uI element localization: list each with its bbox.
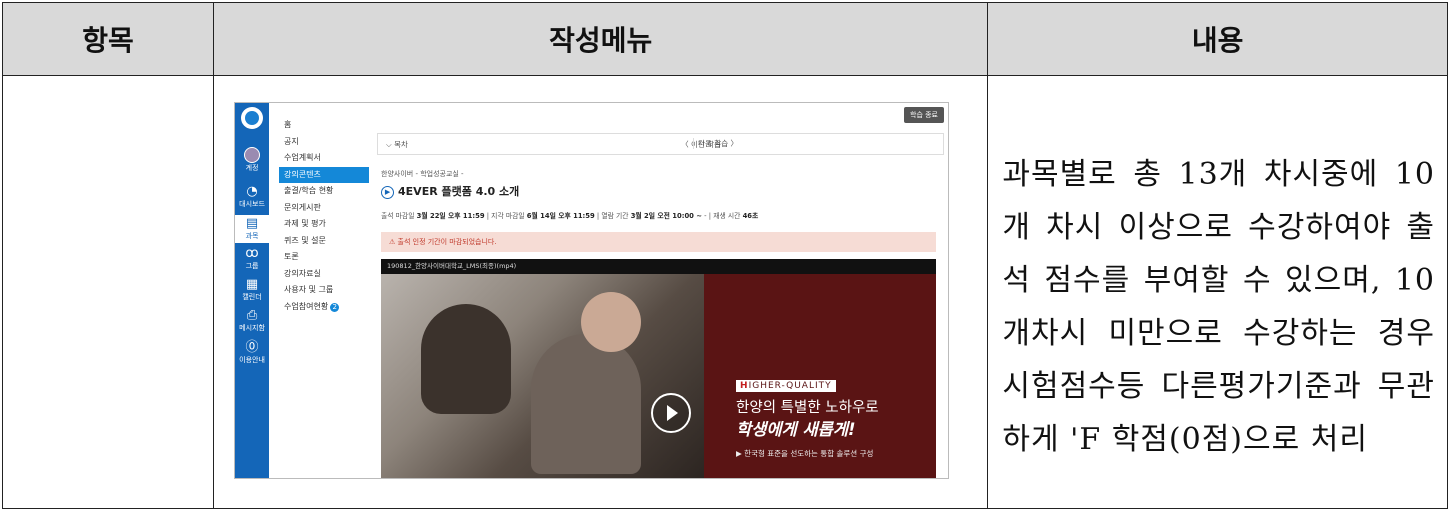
quality-badge: HIGHER-QUALITY	[736, 380, 836, 392]
menu-item-participation[interactable]: 수업참여현황 2	[279, 299, 369, 316]
group-icon: ꝏ	[245, 246, 259, 261]
header-row: 항목 작성메뉴 내용	[1, 2, 1448, 76]
menu-item-discussion[interactable]: 토론	[279, 249, 369, 266]
sidebar-item-calendar[interactable]: ▦ 캘린더	[235, 278, 269, 302]
calendar-icon: ▦	[245, 277, 259, 292]
sidebar-item-account[interactable]: 계정	[235, 147, 269, 173]
sidebar-item-courses[interactable]: ▤ 과목	[235, 215, 270, 243]
dashboard-icon: ◔	[246, 184, 258, 199]
menu-item-users[interactable]: 사용자 및 그룹	[279, 282, 369, 299]
course-menu: 홈 공지 수업계획서 강의콘텐츠 출결/학습 현황 문의게시판 과제 및 평가 …	[279, 117, 370, 316]
university-logo	[241, 107, 264, 129]
lesson-nav: ⌵ 목차 〈 이전 학습 다음 학습 〉	[377, 133, 945, 155]
menu-item-lecture-content[interactable]: 강의콘텐츠	[279, 166, 370, 183]
inbox-icon: ⎙	[246, 308, 258, 323]
menu-item-quizzes[interactable]: 퀴즈 및 설문	[279, 233, 369, 250]
play-button[interactable]	[651, 393, 692, 433]
cell-item	[1, 75, 215, 509]
lms-sidebar: 계정 ◔ 대시보드 ▤ 과목 ꝏ 그룹 ▦ 캘린더 ⎙ 메시지함 ⓪ 이용안내	[235, 103, 270, 478]
header-menu: 작성메뉴	[213, 2, 989, 76]
content-description: 과목별로 총 13개 차시중에 10개 차시 이상으로 수강하여야 출석 점수를…	[1002, 157, 1435, 457]
cell-menu: 계정 ◔ 대시보드 ▤ 과목 ꝏ 그룹 ▦ 캘린더 ⎙ 메시지함 ⓪ 이용안내 …	[213, 75, 989, 509]
next-lesson-button[interactable]: 다음 학습 〉	[693, 138, 738, 149]
menu-item-materials[interactable]: 강의자료실	[279, 266, 369, 283]
page-title: ▶ 4EVER 플랫폼 4.0 소개	[381, 183, 519, 199]
sidebar-item-dashboard[interactable]: ◔ 대시보드	[235, 185, 269, 209]
count-badge: 2	[330, 302, 340, 312]
menu-item-qna[interactable]: 문의게시판	[279, 200, 369, 217]
menu-item-notice[interactable]: 공지	[279, 134, 369, 151]
play-circle-icon: ▶	[381, 185, 395, 199]
menu-item-syllabus[interactable]: 수업계획서	[279, 150, 369, 167]
slogan-line-1: 한양의 특별한 노하우로	[736, 400, 879, 416]
breadcrumb: 한양사이버 - 학업성공교실 -	[381, 170, 464, 178]
video-player[interactable]: 190812_한양사이버대학교_LMS(최종)(mp4) HIGHER-QUAL…	[381, 259, 937, 478]
video-filename: 190812_한양사이버대학교_LMS(최종)(mp4)	[381, 259, 937, 274]
header-item: 항목	[1, 2, 215, 76]
attendance-alert: ⚠ 출석 인정 기간이 마감되었습니다.	[381, 232, 937, 252]
exit-learning-button[interactable]: 학습 종료	[904, 107, 945, 123]
menu-item-attendance[interactable]: 출결/학습 현황	[279, 183, 369, 200]
video-thumbnail-photo	[381, 274, 705, 478]
book-icon: ▤	[245, 216, 259, 231]
slogan-line-3: ▶ 한국형 표준을 선도하는 통합 솔루션 구성	[736, 449, 874, 458]
sidebar-item-groups[interactable]: ꝏ 그룹	[235, 247, 269, 271]
sidebar-item-help[interactable]: ⓪ 이용안내	[235, 341, 269, 365]
header-content: 내용	[987, 2, 1448, 76]
menu-item-assignments[interactable]: 과제 및 평가	[279, 216, 369, 233]
help-icon: ⓪	[245, 340, 259, 355]
slogan-line-2: 학생에게 새롭게!	[736, 420, 856, 439]
lms-screenshot: 계정 ◔ 대시보드 ▤ 과목 ꝏ 그룹 ▦ 캘린더 ⎙ 메시지함 ⓪ 이용안내 …	[234, 102, 950, 479]
lesson-meta: 출석 마감일 3월 22일 오후 11:59 | 지각 마감일 6월 14일 오…	[381, 212, 759, 220]
avatar	[244, 147, 261, 163]
table-row: 계정 ◔ 대시보드 ▤ 과목 ꝏ 그룹 ▦ 캘린더 ⎙ 메시지함 ⓪ 이용안내 …	[1, 75, 1448, 509]
cell-content: 과목별로 총 13개 차시중에 10개 차시 이상으로 수강하여야 출석 점수를…	[987, 75, 1448, 509]
warning-icon: ⚠	[389, 238, 396, 246]
menu-item-home[interactable]: 홈	[279, 117, 369, 134]
toc-dropdown[interactable]: ⌵ 목차	[386, 139, 408, 150]
document-table: 항목 작성메뉴 내용 계정 ◔ 대시보드 ▤ 과목 ꝏ 그룹 ▦ 캘린더 ⎙ 메…	[1, 2, 1448, 509]
sidebar-item-inbox[interactable]: ⎙ 메시지함	[235, 309, 269, 333]
